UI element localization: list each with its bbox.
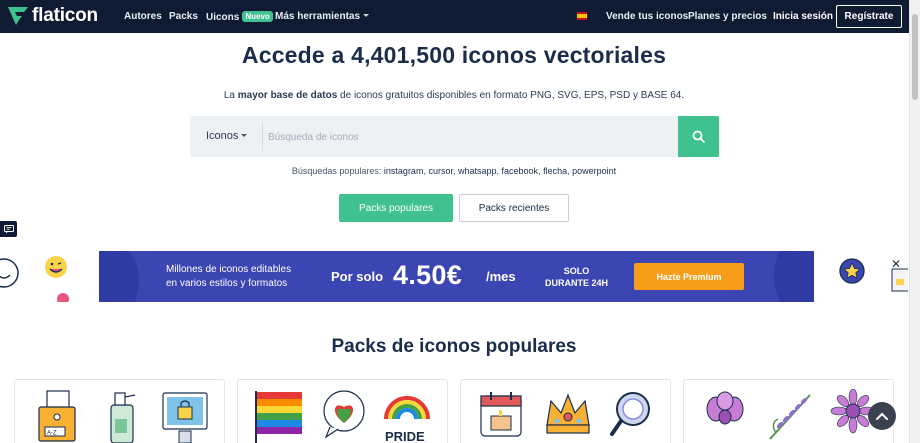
feedback-button[interactable] [0, 221, 17, 237]
spray-bottle-icon [110, 392, 136, 443]
recent-packs-button[interactable]: Packs recientes [459, 194, 569, 222]
spain-flag-icon[interactable] [577, 12, 587, 20]
logo-text: flaticon [32, 5, 98, 26]
search-icon [692, 130, 705, 143]
magnifier-icon [610, 392, 650, 436]
search-button[interactable] [678, 116, 719, 157]
pack-card[interactable] [460, 379, 671, 443]
popular-term[interactable]: cursor [428, 166, 453, 176]
nav-packs[interactable]: Packs [169, 11, 198, 22]
svg-text:A-Z: A-Z [47, 431, 57, 437]
rainbow-flag-icon [255, 391, 302, 443]
banner-per-month: /mes [486, 269, 516, 284]
orchid-flower-icon [706, 391, 744, 425]
nav-autores[interactable]: Autores [124, 11, 162, 22]
banner-solo-line1: SOLO [563, 266, 590, 276]
subtitle-bold: mayor base de datos [237, 90, 338, 101]
page-title: Accede a 4,401,500 iconos vectoriales [241, 42, 667, 68]
banner-decoration [99, 251, 139, 302]
popular-label: Búsquedas populares: [291, 166, 382, 176]
pack-card[interactable] [683, 379, 894, 443]
calendar-cake-icon [480, 392, 522, 437]
search-type-label: Iconos [206, 130, 239, 142]
pride-text: PRIDE [385, 429, 425, 443]
go-premium-button[interactable]: Hazte Premium [634, 263, 744, 290]
banner-por-solo: Por solo [331, 269, 384, 284]
flaticon-logo-icon [8, 7, 28, 25]
banner-line2: en varios estilos y formatos [166, 278, 288, 289]
pack-card[interactable]: A-Z [14, 379, 225, 443]
nav-sell-icons[interactable]: Vende tus iconos [606, 11, 688, 22]
page-scrollbar[interactable] [909, 0, 920, 443]
heart-chat-icon [323, 390, 365, 439]
chat-icon [3, 224, 14, 233]
banner-left-decoration [0, 251, 99, 305]
nav-plans-pricing[interactable]: Planes y precios [688, 11, 767, 22]
top-navigation-bar: flaticon Autores Packs Uicons Nuevo Más h… [0, 0, 920, 33]
popular-searches: Búsquedas populares: instagram, cursor, … [291, 166, 617, 176]
signup-button[interactable]: Regístrate [836, 5, 902, 28]
premium-banner[interactable]: Millones de iconos editables en varios e… [99, 251, 814, 302]
chevron-up-icon [876, 412, 888, 420]
flaticon-logo[interactable]: flaticon [7, 5, 98, 27]
popular-term[interactable]: powerpoint [572, 166, 616, 176]
search-bar: Iconos [190, 116, 719, 157]
folder-documents-icon: A-Z [38, 390, 76, 442]
nav-uicons[interactable]: Uicons Nuevo [206, 11, 273, 23]
packs-section-title: Packs de iconos populares [331, 336, 577, 357]
banner-limited-offer: SOLO DURANTE 24H [529, 265, 624, 289]
nav-more-tools[interactable]: Más herramientas [275, 11, 370, 22]
crown-icon [546, 393, 590, 434]
popular-term[interactable]: flecha [543, 166, 567, 176]
subtitle-pre: La [223, 90, 238, 101]
pack-card[interactable]: PRIDE [237, 379, 448, 443]
banner-decoration [774, 251, 814, 302]
banner-price: 4.50€ [393, 260, 463, 290]
banner-solo-line2: DURANTE 24H [544, 278, 608, 288]
search-input[interactable] [268, 125, 668, 149]
banner-description: Millones de iconos editables en varios e… [166, 263, 291, 291]
monitor-lock-icon [162, 392, 208, 443]
hero-subtitle: La mayor base de datos de iconos gratuit… [0, 90, 908, 101]
divider [262, 122, 263, 151]
scroll-to-top-button[interactable] [868, 402, 896, 430]
login-link[interactable]: Inicia sesión [773, 11, 833, 22]
subtitle-post: de iconos gratuitos disponibles en forma… [337, 90, 685, 101]
nav-more-tools-label: Más herramientas [275, 11, 361, 22]
popular-packs-button[interactable]: Packs populares [339, 194, 453, 222]
popular-term[interactable]: instagram [384, 166, 424, 176]
lavender-icon [769, 394, 811, 440]
new-badge: Nuevo [242, 11, 273, 22]
nav-uicons-label: Uicons [206, 12, 240, 23]
close-banner-icon[interactable]: ✕ [891, 257, 901, 271]
banner-line1: Millones de iconos editables [166, 264, 292, 275]
scrollbar-thumb[interactable] [912, 14, 918, 100]
search-type-select[interactable]: Iconos [206, 130, 248, 142]
emoji-decoration-icon [0, 256, 69, 305]
chevron-down-icon [241, 134, 248, 137]
chevron-down-icon [363, 14, 370, 17]
pride-rainbow-icon: PRIDE [384, 396, 430, 443]
popular-term[interactable]: facebook [502, 166, 539, 176]
popular-term[interactable]: whatsapp [458, 166, 497, 176]
